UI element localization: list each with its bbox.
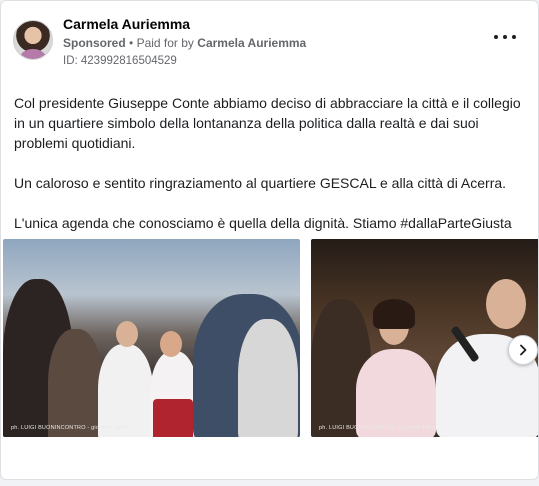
post-paragraph-2: Un caloroso e sentito ringraziamento al … (14, 175, 507, 191)
ad-id: ID: 423992816504529 (63, 55, 177, 67)
post-text: Col presidente Giuseppe Conte abbiamo de… (14, 93, 529, 253)
author-avatar[interactable] (13, 20, 53, 60)
sponsored-label: Sponsored (63, 36, 126, 50)
photo1-figure-woman-skirt (153, 399, 193, 437)
chevron-right-icon (520, 344, 527, 356)
separator-dot: • (129, 36, 134, 50)
paid-for-by-name: Carmela Auriemma (197, 36, 307, 50)
post-paragraph-1: Col presidente Giuseppe Conte abbiamo de… (14, 95, 521, 151)
carousel-photo-1[interactable]: ph. LUIGI BUONINCONTRO - giornale Tablò (3, 239, 300, 437)
photo1-figure-conte (98, 344, 153, 437)
avatar-shirt (20, 49, 46, 59)
photo2-head-conte (486, 279, 526, 329)
ad-card: Carmela Auriemma Sponsored • Paid for by… (0, 0, 539, 480)
sponsorship-line: Sponsored • Paid for by Carmela Auriemma (63, 36, 306, 50)
photo1-credit: ph. LUIGI BUONINCONTRO - giornale Tablò (11, 425, 129, 431)
post-paragraph-3: L'unica agenda che conosciamo è quella d… (14, 215, 512, 231)
author-name[interactable]: Carmela Auriemma (63, 16, 190, 32)
image-carousel: ph. LUIGI BUONINCONTRO - giornale Tablò … (1, 239, 538, 437)
photo1-figure-man (48, 329, 103, 437)
photo1-head-conte (116, 321, 138, 347)
post-header: Carmela Auriemma Sponsored • Paid for by… (13, 13, 526, 73)
carousel-next-button[interactable] (508, 335, 538, 365)
photo2-hair-woman (373, 299, 415, 329)
photo2-figure-woman (356, 349, 436, 437)
photo1-head-woman (160, 331, 182, 357)
more-options-icon[interactable] (494, 29, 516, 45)
carousel-photo-2[interactable]: ph. LUIGI BUONINCONTRO - giornale Tablò (311, 239, 538, 437)
photo1-figure-right-shirt (238, 319, 298, 437)
photo2-credit: ph. LUIGI BUONINCONTRO - giornale Tablò (319, 425, 437, 431)
paid-for-by-prefix: Paid for by (136, 36, 194, 50)
